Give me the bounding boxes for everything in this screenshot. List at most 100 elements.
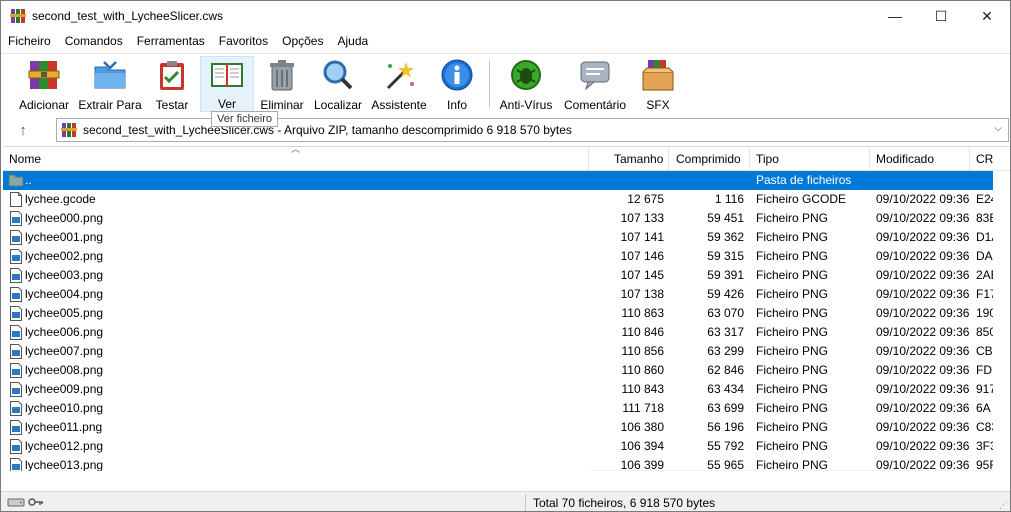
vertical-scrollbar[interactable] (993, 172, 1010, 471)
add-button[interactable]: Adicionar (15, 56, 73, 112)
image-file-icon (10, 344, 22, 359)
file-row[interactable]: lychee013.png 106 399 55 965 Ficheiro PNG 09… (3, 456, 994, 471)
chevron-down-icon[interactable]: ⌵ (994, 123, 1002, 134)
size-cell: 110 846 (621, 325, 665, 339)
compressed-cell: 62 846 (707, 363, 744, 377)
compressed-cell: 59 426 (707, 287, 744, 301)
status-icons (7, 496, 44, 508)
resize-grip-icon[interactable]: ⋰ (999, 500, 1008, 511)
crc-cell: 917 (976, 382, 994, 396)
test-button[interactable]: Testar (149, 56, 195, 112)
crc-cell: 83E (976, 211, 994, 225)
status-total: Total 70 ficheiros, 6 918 570 bytes (533, 496, 716, 510)
virus-bug-icon (507, 56, 545, 94)
sfx-button[interactable]: SFX (637, 56, 679, 112)
file-row[interactable]: lychee009.png 110 843 63 434 Ficheiro PNG 09… (3, 380, 994, 399)
file-row[interactable]: lychee007.png 110 856 63 299 Ficheiro PNG 09… (3, 342, 993, 361)
menu-ajuda[interactable]: Ajuda (330, 34, 375, 48)
size-cell: 110 860 (621, 363, 665, 377)
size-cell: 106 380 (620, 420, 664, 434)
up-arrow-icon[interactable]: ↑ (13, 120, 33, 140)
speech-bubble-icon (576, 56, 614, 94)
menu-favoritos[interactable]: Favoritos (212, 34, 275, 48)
file-row[interactable]: lychee012.png 106 394 55 792 Ficheiro PNG 09… (3, 437, 994, 456)
view-button[interactable]: Ver (200, 56, 254, 112)
file-row[interactable]: lychee006.png 110 846 63 317 Ficheiro PNG 09… (3, 323, 994, 342)
file-name-cell: lychee006.png (25, 325, 104, 339)
modified-cell: 09/10/2022 09:36 (876, 344, 970, 358)
file-row[interactable]: lychee010.png 111 718 63 699 Ficheiro PNG 09… (3, 399, 993, 418)
wizard-button[interactable]: Assistente (370, 56, 428, 112)
size-cell: 12 675 (627, 192, 664, 206)
compressed-cell (669, 171, 744, 190)
file-name-cell: lychee005.png (25, 306, 104, 320)
compressed-cell: 59 391 (707, 268, 744, 282)
modified-cell: 09/10/2022 09:36 (876, 363, 970, 377)
type-cell: Ficheiro PNG (756, 325, 829, 339)
file-name-cell: .. (25, 173, 32, 187)
file-row[interactable]: lychee011.png 106 380 56 196 Ficheiro PNG 09… (3, 418, 994, 437)
modified-cell: 09/10/2022 09:36 (876, 211, 970, 225)
key-icon[interactable] (28, 496, 44, 508)
type-cell: Ficheiro PNG (756, 382, 829, 396)
size-cell: 106 399 (620, 458, 664, 471)
crc-cell: 6A (976, 401, 991, 415)
file-row[interactable]: lychee003.png 107 145 59 391 Ficheiro PNG 09… (3, 266, 994, 285)
column-modified[interactable]: Modificado (870, 147, 970, 171)
info-label: Info (446, 98, 467, 112)
menu-opcoes[interactable]: Opções (275, 34, 330, 48)
file-row[interactable]: lychee008.png 110 860 62 846 Ficheiro PNG 09… (3, 361, 993, 380)
window-title: second_test_with_LycheeSlicer.cws (32, 9, 223, 23)
file-row[interactable]: lychee000.png 107 133 59 451 Ficheiro PNG 09… (3, 209, 994, 228)
file-row[interactable]: lychee004.png 107 138 59 426 Ficheiro PNG 09… (3, 285, 994, 304)
find-label: Localizar (313, 98, 363, 112)
comment-button[interactable]: Comentário (561, 56, 629, 112)
image-file-icon (10, 230, 22, 245)
modified-cell: 09/10/2022 09:36 (876, 401, 970, 415)
file-name-cell: lychee010.png (25, 401, 104, 415)
antivirus-button[interactable]: Anti-Vírus (497, 56, 555, 112)
parent-folder-row[interactable]: .. Pasta de ficheiros (3, 171, 993, 190)
test-label: Testar (155, 98, 189, 112)
drive-icon[interactable] (7, 496, 25, 508)
sfx-label: SFX (646, 98, 670, 112)
file-name-cell: lychee008.png (25, 363, 104, 377)
compressed-cell: 1 116 (714, 192, 744, 206)
file-row[interactable]: lychee005.png 110 863 63 070 Ficheiro PNG 09… (3, 304, 994, 323)
menu-comandos[interactable]: Comandos (58, 34, 130, 48)
horizontal-scrollbar[interactable] (591, 470, 993, 471)
delete-button[interactable]: Eliminar (258, 56, 306, 112)
document-file-icon (10, 192, 22, 207)
file-name-cell: lychee011.png (25, 420, 103, 434)
compressed-cell: 63 434 (707, 382, 744, 396)
modified-cell: 09/10/2022 09:36 (876, 420, 970, 434)
type-cell: Ficheiro PNG (756, 268, 829, 282)
file-name-cell: lychee012.png (25, 439, 104, 453)
close-button[interactable]: ✕ (964, 1, 1010, 31)
menu-ficheiro[interactable]: Ficheiro (1, 34, 58, 48)
path-text: second_test_with_LycheeSlicer.cws - Arqu… (83, 123, 572, 137)
archive-books-icon (25, 56, 63, 94)
maximize-button[interactable]: ☐ (918, 1, 964, 31)
size-cell: 107 133 (620, 211, 664, 225)
file-row[interactable]: lychee001.png 107 141 59 362 Ficheiro PNG 09… (3, 228, 994, 247)
column-compressed[interactable]: Comprimido (669, 147, 750, 171)
find-button[interactable]: Localizar (313, 56, 363, 112)
image-file-icon (10, 211, 22, 226)
path-field[interactable]: second_test_with_LycheeSlicer.cws - Arqu… (56, 118, 1009, 142)
file-row[interactable]: lychee.gcode 12 675 1 116 Ficheiro GCODE 09/… (3, 190, 994, 209)
image-file-icon (10, 363, 22, 378)
column-crc[interactable]: CR (970, 147, 1010, 171)
compressed-cell: 63 317 (707, 325, 744, 339)
column-size[interactable]: Tamanho (589, 147, 669, 171)
image-file-icon (10, 268, 22, 283)
extract-to-button[interactable]: Extrair Para (78, 56, 142, 112)
crc-cell: 3F3 (976, 439, 994, 453)
menu-ferramentas[interactable]: Ferramentas (130, 34, 212, 48)
type-cell: Ficheiro GCODE (756, 192, 847, 206)
file-row[interactable]: lychee002.png 107 146 59 315 Ficheiro PNG 09… (3, 247, 993, 266)
type-cell: Ficheiro PNG (756, 401, 829, 415)
minimize-button[interactable]: — (872, 1, 918, 31)
column-type[interactable]: Tipo (750, 147, 870, 171)
info-button[interactable]: Info (437, 56, 477, 112)
